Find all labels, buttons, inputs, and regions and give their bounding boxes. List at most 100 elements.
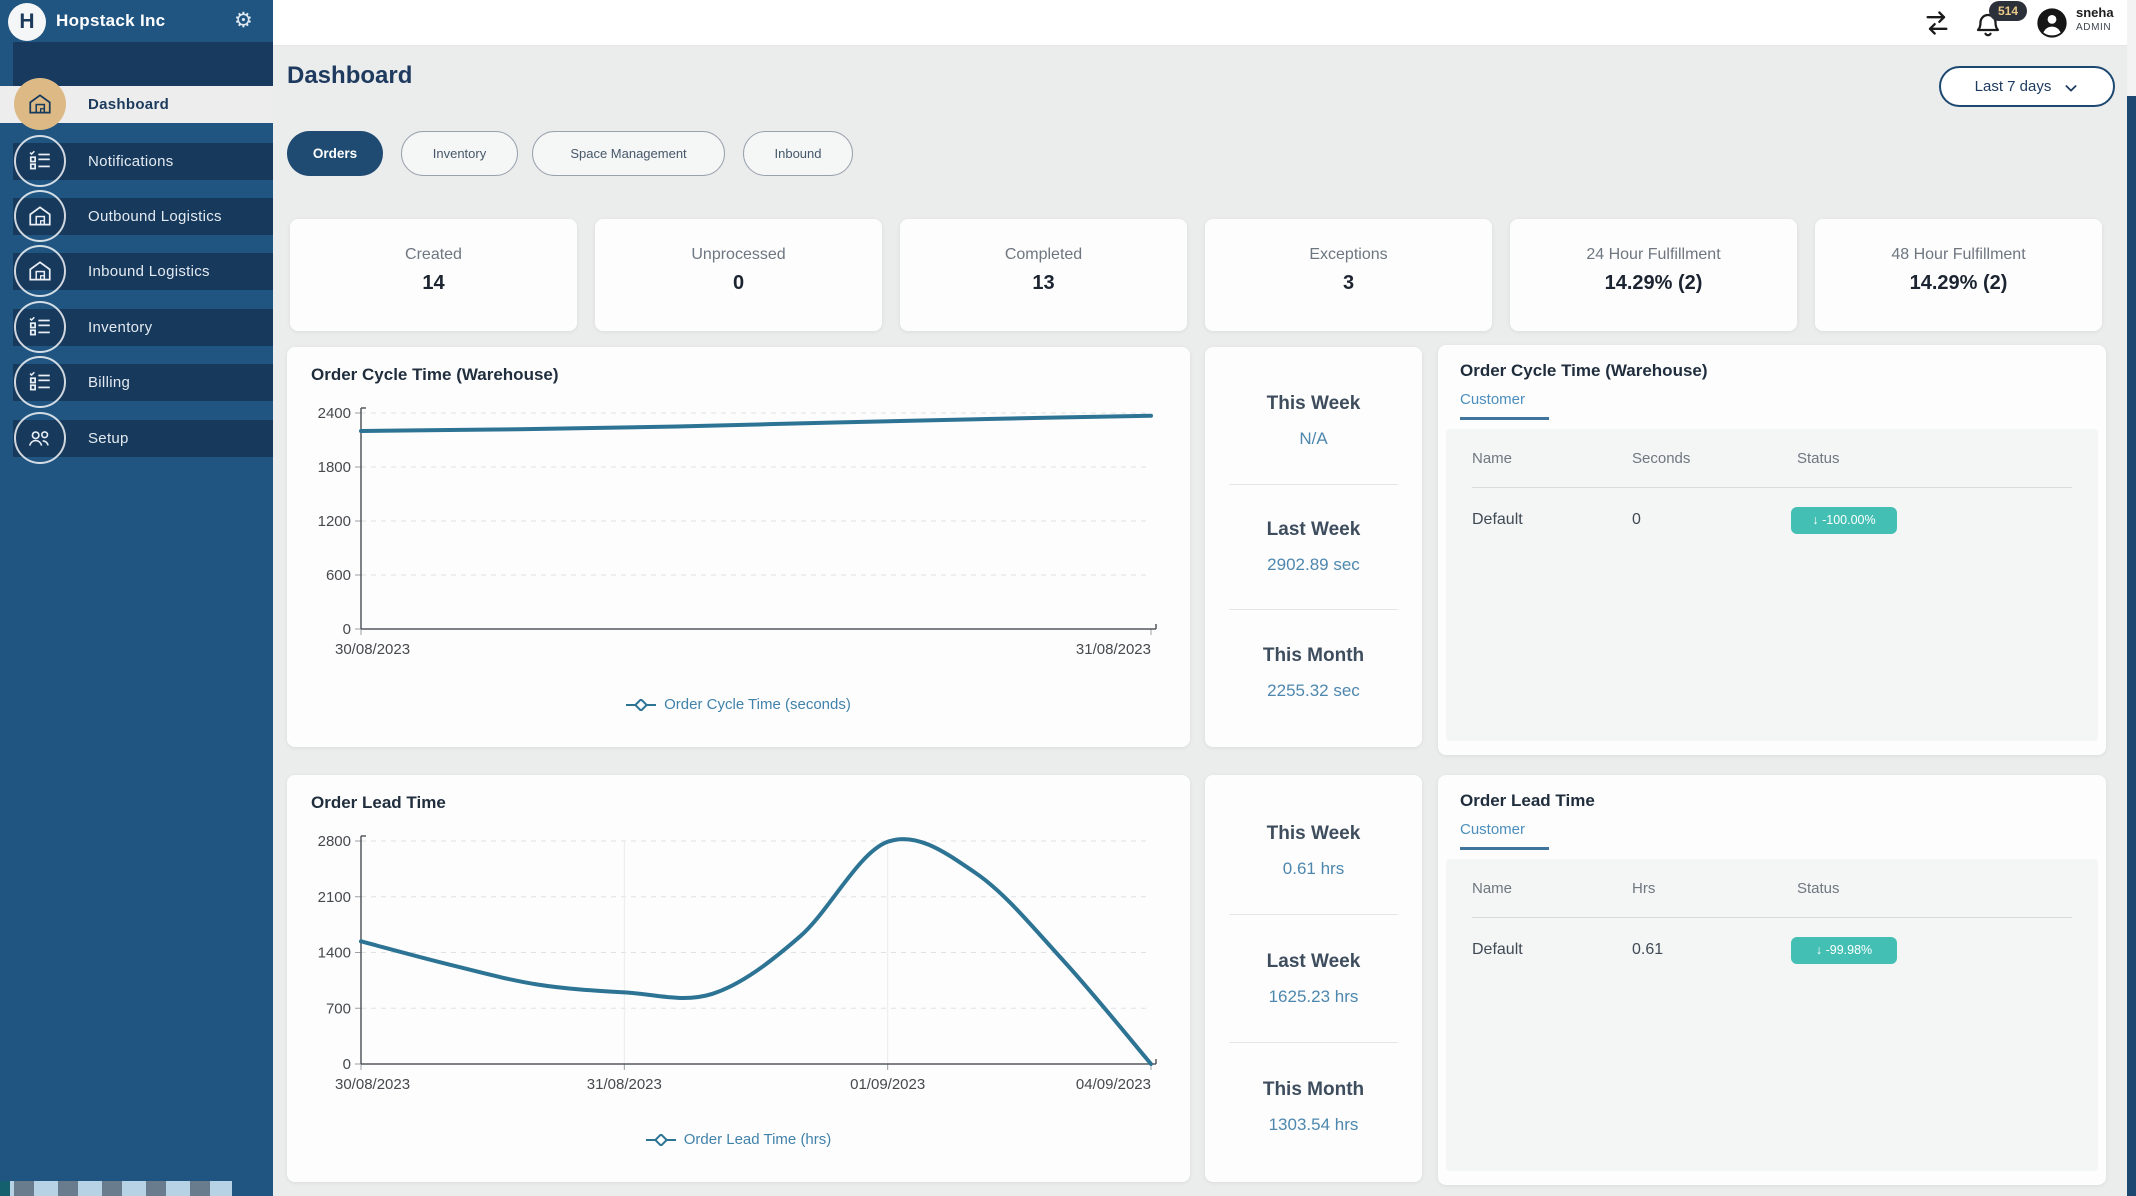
svg-text:2800: 2800 — [318, 833, 351, 850]
stat-value: 14.29% (2) — [1909, 272, 2008, 294]
table-body: Name Hrs Status Default 0.61 ↓ -99.98% — [1446, 859, 2098, 1171]
order-lead-time-chart: 0 700 1400 2100 2800 30/08/2023 31/08/2023 01/0… — [318, 833, 1157, 1093]
order-lead-time-summary-card: This Week 0.61 hrs Last Week 1625.23 hrs… — [1205, 775, 1422, 1182]
sidebar-item-inbound-logistics[interactable]: Inbound Logistics — [13, 245, 273, 297]
sidebar-item-billing[interactable]: Billing — [13, 356, 273, 408]
sidebar: H Hopstack Inc ⚙ Dashboard Notifications… — [0, 0, 273, 1196]
svg-text:01/09/2023: 01/09/2023 — [850, 1076, 925, 1093]
avatar[interactable] — [2036, 7, 2068, 39]
cell-name: Default — [1472, 941, 1523, 958]
stat-card-24h-fulfillment: 24 Hour Fulfillment 14.29% (2) — [1510, 219, 1797, 331]
topbar: 514 sneha ADMIN — [273, 0, 2136, 46]
svg-text:30/08/2023: 30/08/2023 — [335, 1076, 410, 1093]
warehouse-icon — [14, 190, 66, 242]
warehouse-icon — [14, 245, 66, 297]
svg-text:600: 600 — [326, 567, 351, 584]
column-header: Name — [1472, 449, 1513, 467]
scrollbar-track — [2127, 0, 2136, 1196]
stat-label: Unprocessed — [691, 246, 786, 263]
tab-space-management[interactable]: Space Management — [532, 131, 725, 176]
chart-legend: Order Cycle Time (seconds) — [287, 696, 1190, 713]
column-header: Seconds — [1632, 449, 1691, 467]
checklist-icon — [14, 135, 66, 187]
warehouse-icon — [14, 78, 66, 130]
stat-value: 3 — [1342, 272, 1355, 294]
swap-arrows-icon[interactable] — [1923, 9, 1951, 37]
order-cycle-time-chart: 0 600 1200 1800 2400 30/08/2023 31/08/2023 — [318, 405, 1157, 658]
stat-value: 0 — [732, 272, 745, 294]
svg-text:04/09/2023: 04/09/2023 — [1076, 1076, 1151, 1093]
table-row: Default 0 ↓ -100.00% — [1446, 488, 2098, 552]
dashboard-screen: H Hopstack Inc ⚙ Dashboard Notifications… — [0, 0, 2136, 1196]
summary-value: 1625.23 hrs — [1268, 986, 1359, 1006]
status-badge: ↓ -99.98% — [1791, 936, 1897, 964]
tab-customer[interactable]: Customer — [1460, 391, 1550, 420]
sidebar-header: H Hopstack Inc ⚙ — [0, 0, 273, 44]
summary-section: This Month 1303.54 hrs — [1229, 1042, 1398, 1170]
stat-label: 24 Hour Fulfillment — [1586, 246, 1721, 263]
brand-title: Hopstack Inc — [56, 11, 166, 30]
sidebar-item-label: Billing — [88, 374, 131, 391]
checklist-icon — [14, 356, 66, 408]
table-row: Default 0.61 ↓ -99.98% — [1446, 918, 2098, 982]
tab-customer[interactable]: Customer — [1460, 821, 1550, 850]
legend-marker-icon — [645, 1133, 676, 1146]
scrollbar-thumb[interactable] — [2127, 96, 2136, 1196]
legend-label: Order Lead Time (hrs) — [683, 1131, 832, 1148]
table-card-title: Order Lead Time — [1460, 791, 1595, 810]
svg-text:2400: 2400 — [318, 405, 351, 422]
chevron-down-icon — [2065, 84, 2077, 92]
column-header: Name — [1472, 879, 1513, 897]
summary-label: Last Week — [1266, 519, 1361, 540]
sidebar-item-dashboard[interactable]: Dashboard — [0, 78, 273, 130]
sidebar-item-outbound-logistics[interactable]: Outbound Logistics — [13, 190, 273, 242]
user-menu[interactable]: sneha ADMIN — [2076, 5, 2114, 33]
date-range-value: Last 7 days — [1974, 78, 2052, 95]
sidebar-item-setup[interactable]: Setup — [13, 412, 273, 464]
order-cycle-time-chart-card: Order Cycle Time (Warehouse) 0 600 1200 180… — [287, 347, 1190, 747]
summary-value: 0.61 hrs — [1282, 858, 1345, 878]
sidebar-item-label: Outbound Logistics — [88, 208, 222, 225]
stat-value: 13 — [1032, 272, 1055, 294]
summary-label: This Week — [1266, 393, 1361, 415]
summary-label: Last Week — [1266, 950, 1361, 972]
sidebar-item-label: Inbound Logistics — [88, 263, 210, 280]
stat-card-unprocessed: Unprocessed 0 — [595, 219, 882, 331]
order-cycle-time-table-card: Order Cycle Time (Warehouse) Customer Na… — [1438, 345, 2106, 755]
svg-text:1800: 1800 — [318, 459, 351, 476]
stat-card-exceptions: Exceptions 3 — [1205, 219, 1492, 331]
logo-h-icon: H — [19, 10, 35, 33]
summary-label: This Week — [1266, 822, 1361, 844]
hopstack-logo: H — [8, 3, 46, 41]
date-range-dropdown[interactable]: Last 7 days — [1939, 66, 2115, 107]
svg-text:700: 700 — [326, 1000, 351, 1017]
cell-value: 0.61 — [1632, 941, 1664, 958]
tab-inventory[interactable]: Inventory — [401, 131, 518, 176]
gear-icon[interactable]: ⚙ — [234, 8, 253, 32]
summary-value: 2255.32 sec — [1267, 680, 1360, 700]
tab-orders[interactable]: Orders — [287, 131, 383, 176]
sidebar-item-inventory[interactable]: Inventory — [13, 301, 273, 353]
stat-label: 48 Hour Fulfillment — [1891, 246, 2026, 263]
svg-text:0: 0 — [343, 621, 351, 638]
order-lead-time-chart-card: Order Lead Time 0 700 1400 2100 2800 30/08/20… — [287, 775, 1190, 1182]
chart-legend: Order Lead Time (hrs) — [287, 1131, 1190, 1148]
legend-label: Order Cycle Time (seconds) — [664, 696, 851, 713]
stat-card-created: Created 14 — [290, 219, 577, 331]
stat-label: Completed — [1004, 246, 1083, 263]
sidebar-item-label: Dashboard — [88, 96, 170, 113]
summary-value: N/A — [1299, 429, 1328, 449]
svg-text:2100: 2100 — [318, 889, 351, 906]
summary-label: This Month — [1262, 1078, 1365, 1100]
sidebar-item-label: Inventory — [88, 319, 153, 336]
column-header: Hrs — [1632, 879, 1656, 897]
tab-inbound[interactable]: Inbound — [743, 131, 853, 176]
summary-value: 1303.54 hrs — [1268, 1114, 1359, 1134]
notification-count-badge: 514 — [1989, 1, 2027, 21]
summary-value: 2902.89 sec — [1267, 555, 1360, 574]
order-lead-time-table-card: Order Lead Time Customer Name Hrs Status… — [1438, 775, 2106, 1185]
cutoff-tooltip — [0, 1181, 232, 1196]
users-icon — [14, 412, 66, 464]
chart-title: Order Lead Time — [311, 793, 446, 812]
sidebar-item-notifications[interactable]: Notifications — [13, 135, 273, 187]
